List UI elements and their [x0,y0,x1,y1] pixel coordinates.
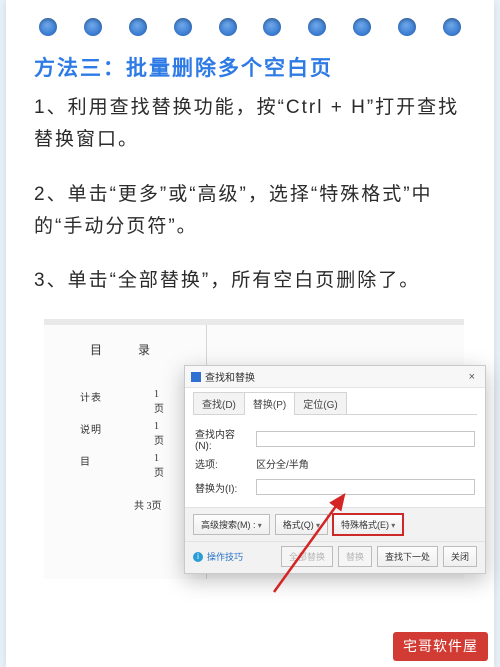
tab-find[interactable]: 查找(D) [193,392,245,415]
dialog-titlebar: 查找和替换 × [185,366,485,388]
step-3: 3、单击“全部替换”，所有空白页删除了。 [34,265,466,297]
toc-row: 说明 1 页 [80,421,102,436]
more-button[interactable]: 高级搜索(M) : [193,514,270,535]
find-next-button[interactable]: 查找下一处 [377,546,438,567]
replace-button[interactable]: 替换 [338,546,372,567]
toc-title: 目 录 [90,341,162,358]
options-text: 区分全/半角 [256,456,309,471]
toc-total: 共 3页 [134,497,162,512]
section-heading: 方法三：批量删除多个空白页 [34,52,466,82]
watermark-badge: 宅哥软件屋 [393,632,488,661]
close-button[interactable]: 关闭 [443,546,477,567]
dialog-footer: i 操作技巧 全部替换 替换 查找下一处 关闭 [185,541,485,573]
label-findwhat: 查找内容(N): [195,426,250,452]
tip-icon: i [193,552,203,562]
step-2: 2、单击“更多”或“高级”，选择“特殊格式”中的“手动分页符”。 [34,179,466,244]
notebook-page: 方法三：批量删除多个空白页 1、利用查找替换功能，按“Ctrl + H”打开查找… [6,0,494,667]
format-button[interactable]: 格式(Q) [275,514,328,535]
label-replacewith: 替换为(I): [195,480,250,495]
toc-row: 目 1 页 [80,453,91,468]
app-icon [191,372,201,382]
step-1: 1、利用查找替换功能，按“Ctrl + H”打开查找替换窗口。 [34,92,466,157]
dialog-title: 查找和替换 [205,369,255,384]
tab-replace[interactable]: 替换(P) [244,392,295,415]
tip-text[interactable]: 操作技巧 [207,550,243,563]
close-icon[interactable]: × [465,371,479,383]
dialog-tabs: 查找(D) 替换(P) 定位(G) [185,388,485,415]
dialog-button-row-1: 高级搜索(M) : 格式(Q) 特殊格式(E) [185,507,485,541]
dialog-form: 查找内容(N): 选项: 区分全/半角 替换为(I): [185,416,485,507]
embedded-screenshot: 目 录 计表 1 页 说明 1 页 目 1 页 共 3页 [34,319,466,584]
replace-all-button[interactable]: 全部替换 [281,546,333,567]
special-format-button[interactable]: 特殊格式(E) [333,514,403,535]
find-replace-dialog: 查找和替换 × 查找(D) 替换(P) 定位(G) 查找内容(N): [184,365,486,574]
input-findwhat[interactable] [256,431,475,447]
label-options: 选项: [195,456,250,471]
toc-row: 计表 1 页 [80,389,102,404]
article-content: 方法三：批量删除多个空白页 1、利用查找替换功能，按“Ctrl + H”打开查找… [6,44,494,584]
input-replacewith[interactable] [256,479,475,495]
spiral-binding [6,0,494,44]
tab-goto[interactable]: 定位(G) [294,392,346,415]
